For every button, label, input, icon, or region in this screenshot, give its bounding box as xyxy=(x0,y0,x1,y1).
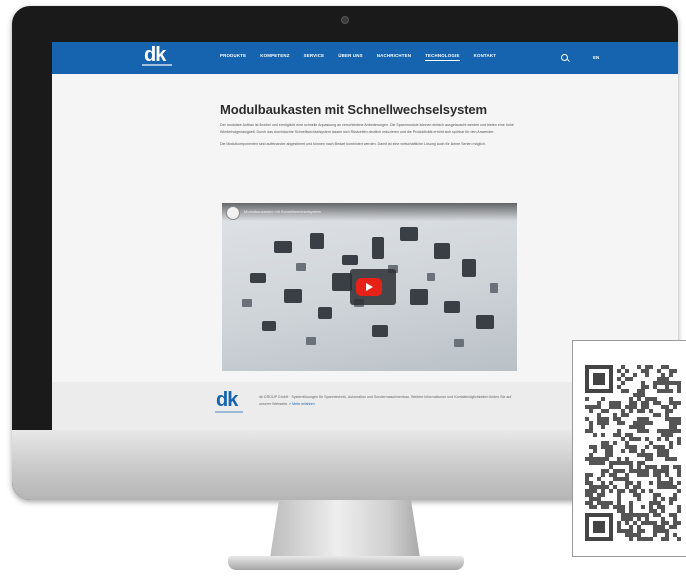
qr-code-icon xyxy=(585,365,681,541)
search-icon[interactable] xyxy=(561,54,568,61)
dk-logo[interactable]: dk xyxy=(144,45,166,65)
video-embed[interactable]: Modulbaukasten mit Schnellwechselsystem xyxy=(222,203,517,371)
camera-icon xyxy=(341,16,349,24)
qr-code-panel xyxy=(572,340,686,557)
monitor-stand xyxy=(270,500,420,558)
main-nav: PRODUKTE KOMPETENZ SERVICE ÜBER UNS NACHRICH… xyxy=(220,53,496,61)
nav-item-produkte[interactable]: PRODUKTE xyxy=(220,53,246,61)
nav-item-technologie[interactable]: TECHNOLOGIE xyxy=(425,53,460,61)
footer-text: dk GROUP GmbH · Systemlösungen für Spann… xyxy=(259,394,521,408)
footer-logo-underline xyxy=(215,411,243,413)
article-paragraph: Der modulare Aufbau ist flexibel und erm… xyxy=(220,123,514,134)
video-title[interactable]: Modulbaukasten mit Schnellwechselsystem xyxy=(244,209,321,214)
nav-item-service[interactable]: SERVICE xyxy=(304,53,325,61)
nav-item-kontakt[interactable]: KONTAKT xyxy=(474,53,497,61)
article-content: Modulbaukasten mit Schnellwechselsystem … xyxy=(220,102,518,152)
nav-item-kompetenz[interactable]: KOMPETENZ xyxy=(260,53,289,61)
channel-avatar[interactable] xyxy=(226,206,240,220)
footer-link[interactable]: » Mehr erfahren xyxy=(289,402,315,406)
nav-item-nachrichten[interactable]: NACHRICHTEN xyxy=(377,53,411,61)
nav-item--ber-uns[interactable]: ÜBER UNS xyxy=(338,53,363,61)
language-switch[interactable]: EN xyxy=(593,55,599,60)
logo-underline xyxy=(142,64,172,66)
site-navbar: dk PRODUKTE KOMPETENZ SERVICE ÜBER UNS NACHR… xyxy=(52,42,678,74)
play-button[interactable] xyxy=(356,278,382,296)
video-header: Modulbaukasten mit Schnellwechselsystem xyxy=(222,203,517,221)
footer-logo: dk xyxy=(216,389,238,411)
monitor-base xyxy=(228,556,464,570)
article-paragraph: Die Modulkomponenten sind aufeinander ab… xyxy=(220,141,486,146)
page-title: Modulbaukasten mit Schnellwechselsystem xyxy=(220,102,488,117)
